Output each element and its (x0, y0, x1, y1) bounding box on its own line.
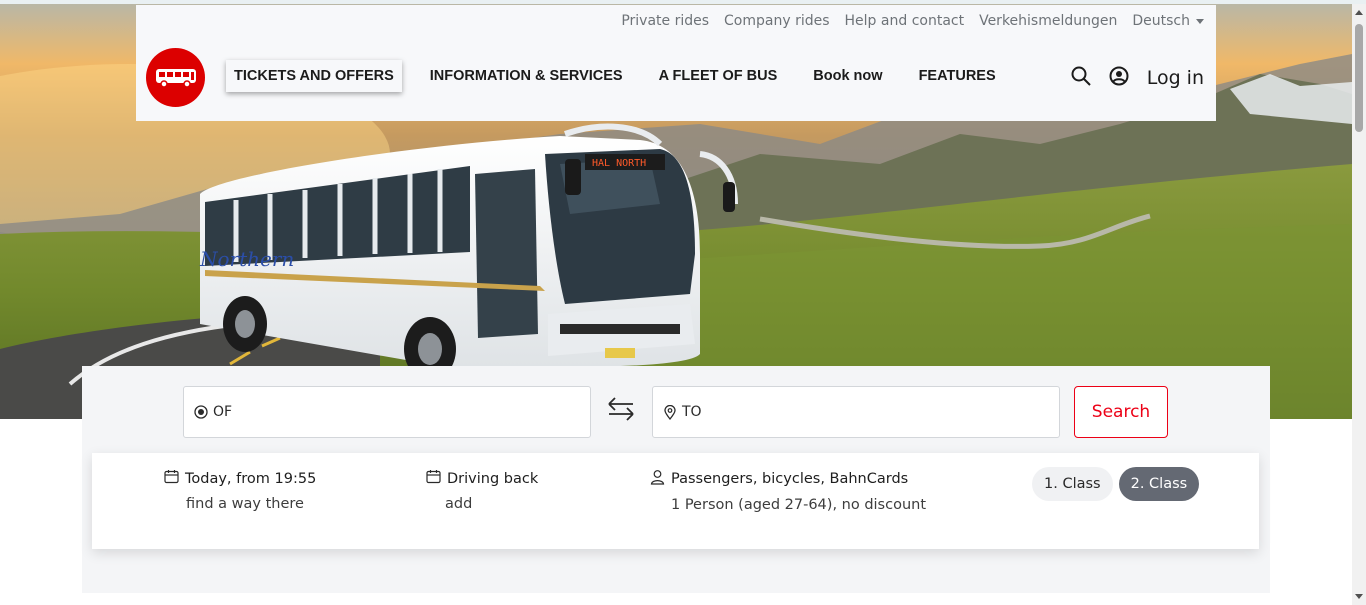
meta-link-private-rides[interactable]: Private rides (621, 13, 709, 29)
nav-fleet-of-bus[interactable]: A FLEET OF BUS (641, 60, 796, 92)
from-field[interactable]: OF (183, 386, 591, 438)
svg-text:Northern: Northern (199, 247, 294, 271)
person-icon (650, 469, 665, 489)
passengers-option[interactable]: Passengers, bicycles, BahnCards 1 Person… (650, 469, 926, 513)
meta-link-traffic-reports[interactable]: Verkehismeldungen (979, 13, 1117, 29)
to-placeholder: TO (682, 404, 702, 420)
meta-link-help-contact[interactable]: Help and contact (845, 13, 965, 29)
site-header: Private rides Company rides Help and con… (136, 5, 1216, 121)
nav-features[interactable]: FEATURES (901, 60, 1014, 92)
meta-navigation: Private rides Company rides Help and con… (621, 13, 1204, 29)
nav-tickets-offers[interactable]: TICKETS AND OFFERS (226, 60, 402, 92)
scroll-up-arrow-icon[interactable] (1355, 10, 1363, 15)
return-title: Driving back (447, 470, 539, 487)
passengers-subtitle: 1 Person (aged 27-64), no discount (671, 497, 927, 513)
outbound-subtitle: find a way there (186, 496, 304, 512)
location-pin-icon (663, 404, 677, 420)
passengers-title: Passengers, bicycles, BahnCards (671, 471, 909, 487)
radio-target-icon (194, 405, 208, 419)
search-button[interactable]: Search (1074, 386, 1168, 438)
class-toggle: 1. Class 2. Class (1032, 467, 1200, 501)
logo[interactable] (146, 48, 205, 107)
calendar-icon (426, 469, 441, 488)
nav-information-services[interactable]: INFORMATION & SERVICES (412, 60, 641, 92)
search-icon[interactable] (1071, 66, 1091, 90)
user-circle-icon[interactable] (1109, 66, 1129, 90)
calendar-icon (164, 469, 179, 488)
search-panel: OF TO Search Today, from 19:55 find a wa… (82, 366, 1270, 593)
chevron-down-icon (1196, 18, 1204, 24)
first-class-button[interactable]: 1. Class (1032, 467, 1113, 501)
swap-arrows-icon[interactable] (606, 394, 636, 428)
to-field[interactable]: TO (652, 386, 1060, 438)
language-selector[interactable]: Deutsch (1132, 13, 1204, 29)
scroll-down-arrow-icon[interactable] (1355, 594, 1363, 599)
outbound-option[interactable]: Today, from 19:55 find a way there (164, 469, 316, 512)
scrollbar-thumb[interactable] (1355, 24, 1363, 132)
svg-text:HAL NORTH: HAL NORTH (592, 158, 646, 169)
main-navigation: TICKETS AND OFFERS INFORMATION & SERVICE… (226, 60, 1014, 92)
page-scrollbar[interactable] (1352, 4, 1366, 605)
login-link[interactable]: Log in (1147, 67, 1204, 89)
meta-link-company-rides[interactable]: Company rides (724, 13, 830, 29)
from-placeholder: OF (213, 404, 233, 420)
outbound-title: Today, from 19:55 (185, 470, 317, 487)
journey-options: Today, from 19:55 find a way there Drivi… (92, 453, 1259, 549)
nav-book-now[interactable]: Book now (795, 60, 900, 92)
language-label: Deutsch (1132, 13, 1190, 29)
return-subtitle: add (445, 496, 473, 512)
bus-logo-icon (156, 69, 196, 88)
header-tools: Log in (1071, 66, 1204, 90)
return-option[interactable]: Driving back add (426, 469, 538, 512)
second-class-button[interactable]: 2. Class (1118, 467, 1200, 501)
